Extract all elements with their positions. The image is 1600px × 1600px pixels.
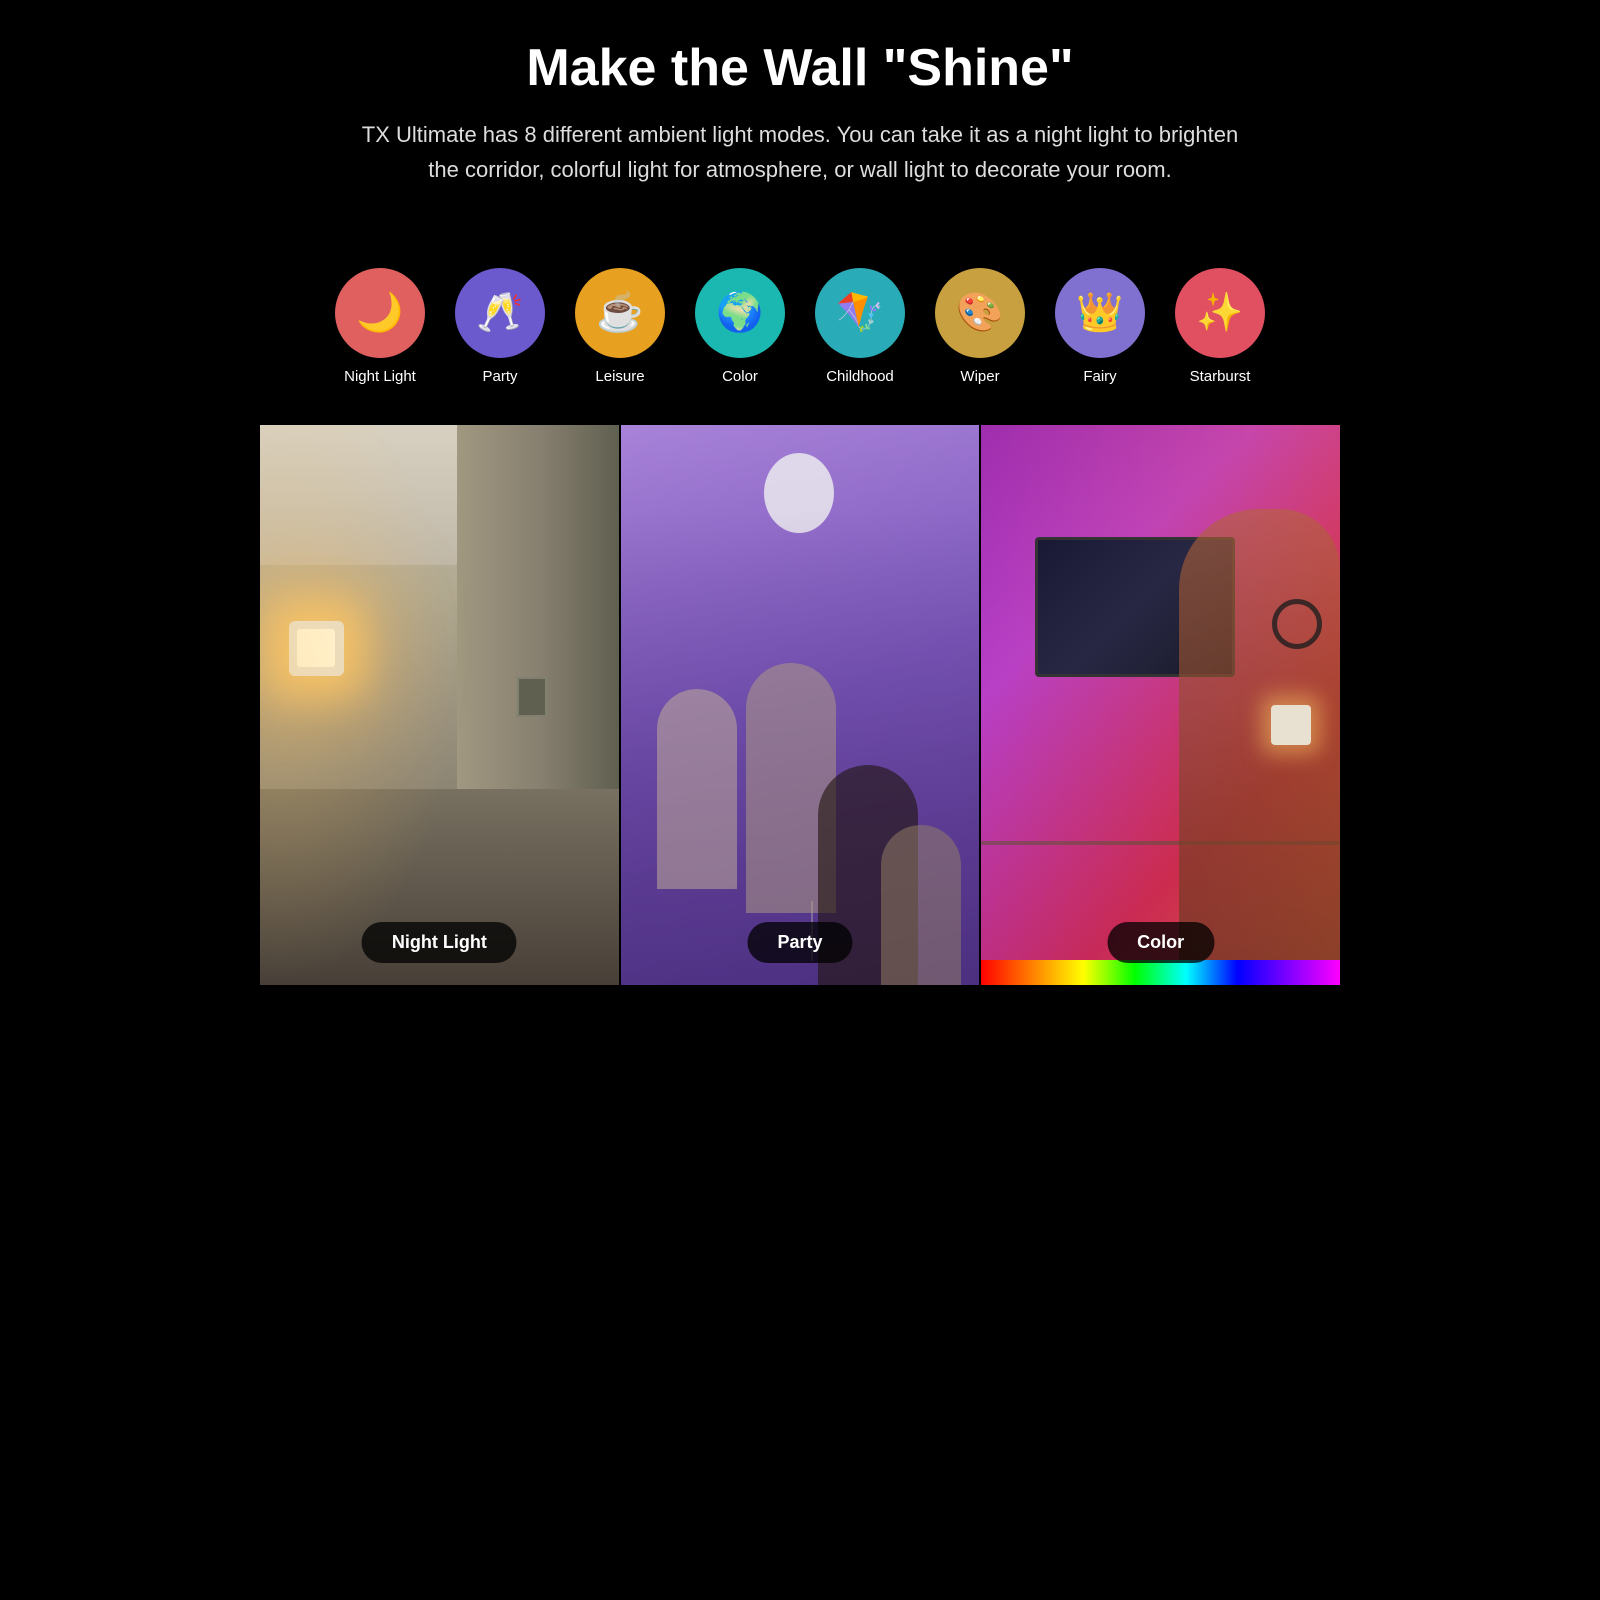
nl-art bbox=[517, 677, 547, 717]
party-people bbox=[621, 509, 980, 985]
nl-glow bbox=[260, 425, 457, 985]
party-photo-label: Party bbox=[747, 922, 852, 963]
childhood-label: Childhood bbox=[826, 368, 894, 385]
mode-wiper[interactable]: 🎨 Wiper bbox=[925, 268, 1035, 385]
wiper-icon: 🎨 bbox=[935, 268, 1025, 358]
gaming-scene bbox=[981, 425, 1340, 985]
night-light-scene bbox=[260, 425, 619, 985]
color-icon: 🌍 bbox=[695, 268, 785, 358]
night-light-photo: Night Light bbox=[260, 425, 619, 985]
gaming-person bbox=[1179, 509, 1340, 985]
night-light-icon: 🌙 bbox=[335, 268, 425, 358]
party-photo: Party bbox=[621, 425, 980, 985]
night-light-photo-label: Night Light bbox=[362, 922, 517, 963]
party-person-1 bbox=[657, 689, 737, 889]
mode-leisure[interactable]: ☕ Leisure bbox=[565, 268, 675, 385]
subtitle: TX Ultimate has 8 different ambient ligh… bbox=[360, 117, 1240, 187]
rainbow-strip bbox=[981, 960, 1340, 985]
modes-row: 🌙 Night Light 🥂 Party ☕ Leisure 🌍 Color … bbox=[260, 248, 1340, 425]
mode-night-light[interactable]: 🌙 Night Light bbox=[325, 268, 435, 385]
wiper-label: Wiper bbox=[960, 368, 999, 385]
mode-color[interactable]: 🌍 Color bbox=[685, 268, 795, 385]
mode-fairy[interactable]: 👑 Fairy bbox=[1045, 268, 1155, 385]
starburst-label: Starburst bbox=[1190, 368, 1251, 385]
mode-starburst[interactable]: ✨ Starburst bbox=[1165, 268, 1275, 385]
gaming-device bbox=[1271, 705, 1311, 745]
mode-party[interactable]: 🥂 Party bbox=[445, 268, 555, 385]
starburst-icon: ✨ bbox=[1175, 268, 1265, 358]
gaming-headphones bbox=[1272, 599, 1322, 649]
color-label: Color bbox=[722, 368, 758, 385]
party-icon: 🥂 bbox=[455, 268, 545, 358]
color-photo: Color bbox=[981, 425, 1340, 985]
main-title: Make the Wall "Shine" bbox=[320, 40, 1280, 97]
party-person-4 bbox=[881, 825, 961, 985]
header-section: Make the Wall "Shine" TX Ultimate has 8 … bbox=[260, 0, 1340, 248]
mode-childhood[interactable]: 🪁 Childhood bbox=[805, 268, 915, 385]
leisure-label: Leisure bbox=[595, 368, 644, 385]
night-light-label: Night Light bbox=[344, 368, 416, 385]
childhood-icon: 🪁 bbox=[815, 268, 905, 358]
fairy-label: Fairy bbox=[1083, 368, 1116, 385]
leisure-icon: ☕ bbox=[575, 268, 665, 358]
photos-grid: Night Light Party bbox=[260, 425, 1340, 985]
party-label: Party bbox=[482, 368, 517, 385]
fairy-icon: 👑 bbox=[1055, 268, 1145, 358]
color-photo-label: Color bbox=[1107, 922, 1214, 963]
party-scene bbox=[621, 425, 980, 985]
